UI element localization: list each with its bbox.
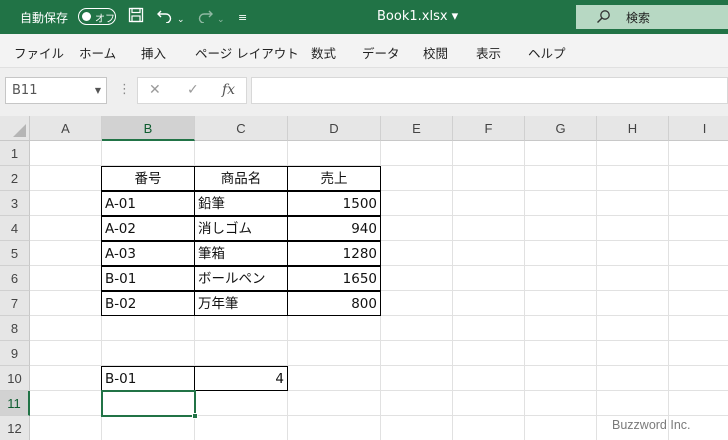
table-cell[interactable]: A-02 (101, 216, 195, 241)
table-cell[interactable]: A-01 (101, 191, 195, 216)
table-cell[interactable]: 鉛筆 (194, 191, 288, 216)
row-header-3[interactable]: 3 (0, 191, 30, 216)
tab-data[interactable]: データ (362, 43, 400, 62)
tab-home[interactable]: ホーム (79, 43, 116, 62)
table-cell[interactable]: 800 (287, 291, 381, 316)
table-cell[interactable]: B-02 (101, 291, 195, 316)
redo-dropdown-icon: ⌄ (217, 15, 225, 25)
worksheet-grid[interactable]: A B C D E F G H I 1 2 3 4 5 6 7 8 9 10 1… (0, 116, 728, 440)
tab-review[interactable]: 校閲 (423, 43, 448, 62)
row-header-11[interactable]: 11 (0, 391, 30, 416)
search-icon (596, 9, 611, 28)
fill-handle[interactable] (192, 413, 198, 419)
table-cell[interactable]: 消しゴム (194, 216, 288, 241)
column-header-b[interactable]: B (102, 116, 195, 141)
document-title[interactable]: Book1.xlsx ▾ (377, 9, 458, 24)
select-all-button[interactable] (0, 116, 30, 141)
table-cell[interactable]: 筆箱 (194, 241, 288, 266)
undo-dropdown-icon[interactable]: ⌄ (177, 11, 185, 29)
watermark: Buzzword Inc. (612, 418, 691, 432)
table-cell[interactable]: ボールペン (194, 266, 288, 291)
table-cell[interactable]: 万年筆 (194, 291, 288, 316)
name-box[interactable]: B11 ▼ (5, 77, 107, 104)
formula-buttons: ✕ ✓ fx (137, 77, 247, 104)
table-cell[interactable]: 1500 (287, 191, 381, 216)
insert-function-icon[interactable]: fx (222, 82, 235, 98)
tab-file[interactable]: ファイル (14, 43, 64, 62)
tab-insert[interactable]: 挿入 (141, 43, 166, 62)
table-header-sales[interactable]: 売上 (287, 166, 381, 191)
row-header-10[interactable]: 10 (0, 366, 30, 391)
column-header-c[interactable]: C (195, 116, 288, 141)
row-header-2[interactable]: 2 (0, 166, 30, 191)
lookup-key-cell[interactable]: B-01 (101, 366, 195, 391)
search-placeholder: 検索 (626, 11, 651, 25)
table-cell[interactable]: A-03 (101, 241, 195, 266)
table-cell[interactable]: 1280 (287, 241, 381, 266)
search-box[interactable]: 検索 (576, 5, 728, 29)
column-header-e[interactable]: E (381, 116, 453, 141)
column-header-h[interactable]: H (597, 116, 669, 141)
column-header-i[interactable]: I (669, 116, 728, 141)
row-header-12[interactable]: 12 (0, 416, 30, 440)
table-header-product[interactable]: 商品名 (194, 166, 288, 191)
table-header-number[interactable]: 番号 (101, 166, 195, 191)
name-box-value: B11 (12, 83, 38, 98)
formula-bar: B11 ▼ ⋮ ✕ ✓ fx (0, 68, 728, 116)
table-cell[interactable]: 1650 (287, 266, 381, 291)
column-header-f[interactable]: F (453, 116, 525, 141)
undo-icon[interactable] (156, 7, 174, 27)
toggle-knob (82, 12, 91, 21)
table-cell[interactable]: B-01 (101, 266, 195, 291)
row-header-7[interactable]: 7 (0, 291, 30, 316)
row-header-6[interactable]: 6 (0, 266, 30, 291)
row-header-9[interactable]: 9 (0, 341, 30, 366)
autosave-state: オフ (95, 14, 115, 25)
select-all-triangle (13, 124, 26, 137)
more-options-icon[interactable]: ⋮ (118, 82, 131, 97)
row-header-8[interactable]: 8 (0, 316, 30, 341)
ribbon-tabs: ファイル ホーム 挿入 ページ レイアウト 数式 データ 校閲 表示 ヘルプ (0, 34, 728, 68)
column-header-g[interactable]: G (525, 116, 597, 141)
formula-input[interactable] (251, 77, 728, 104)
column-header-a[interactable]: A (30, 116, 102, 141)
tab-help[interactable]: ヘルプ (528, 43, 566, 62)
row-header-5[interactable]: 5 (0, 241, 30, 266)
save-icon[interactable] (128, 7, 144, 27)
tab-formulas[interactable]: 数式 (311, 43, 336, 62)
active-cell-b11[interactable] (101, 390, 198, 419)
autosave-label: 自動保存 (20, 11, 69, 25)
enter-icon[interactable]: ✓ (187, 82, 199, 98)
row-header-1[interactable]: 1 (0, 141, 30, 166)
autosave-toggle[interactable]: オフ (78, 8, 116, 25)
redo-icon (196, 7, 214, 27)
tab-view[interactable]: 表示 (476, 43, 501, 62)
gridline (30, 340, 728, 341)
title-bar: 自動保存 オフ ⌄ ⌄ ≡ Book1.xlsx ▾ 検索 (0, 0, 728, 34)
cancel-icon[interactable]: ✕ (149, 82, 161, 98)
tab-page-layout[interactable]: ページ レイアウト (195, 43, 299, 62)
table-cell[interactable]: 940 (287, 216, 381, 241)
lookup-result-cell[interactable]: 4 (194, 366, 288, 391)
customize-icon[interactable]: ≡ (238, 9, 247, 27)
row-header-4[interactable]: 4 (0, 216, 30, 241)
column-header-d[interactable]: D (288, 116, 381, 141)
chevron-down-icon[interactable]: ▼ (95, 86, 101, 95)
